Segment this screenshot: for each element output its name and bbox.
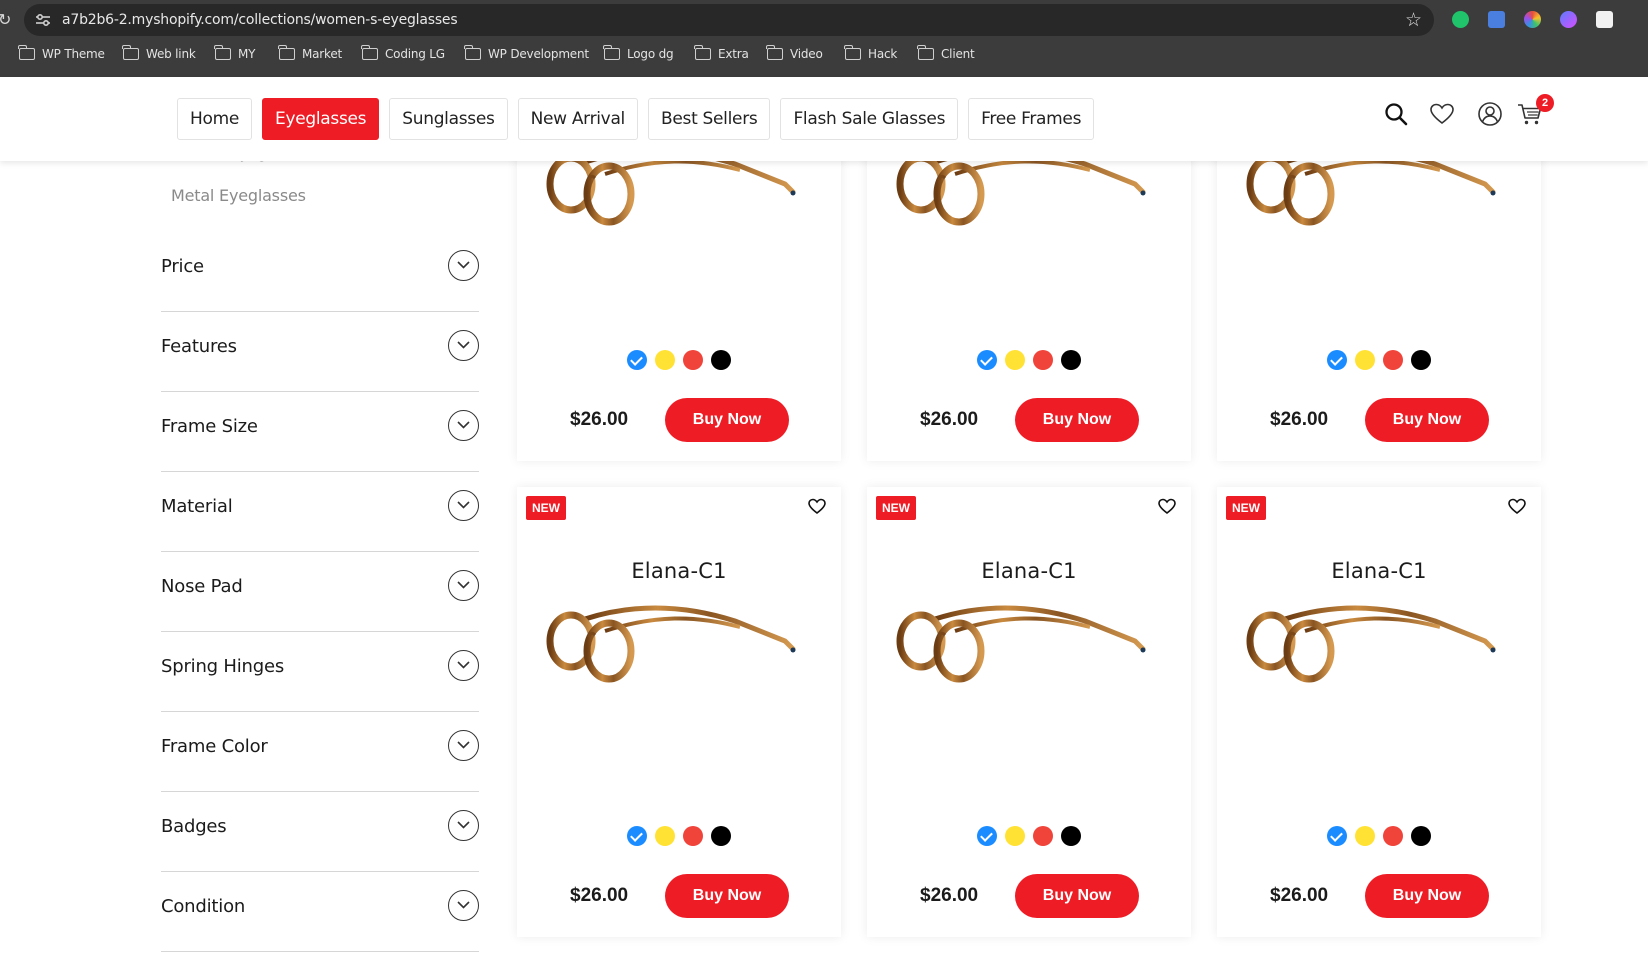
color-swatch[interactable] [1355, 350, 1375, 370]
filter-label: Condition [161, 896, 246, 917]
search-icon[interactable] [1382, 100, 1410, 128]
filter-label: Frame Color [161, 736, 268, 757]
product-card[interactable]: NEW Elana-C1 $26.00 Buy Now [517, 487, 841, 937]
buy-now-button[interactable]: Buy Now [665, 874, 789, 918]
nav-home[interactable]: Home [177, 98, 253, 140]
color-swatch[interactable] [683, 826, 703, 846]
filter-frame-color[interactable]: Frame Color [161, 712, 479, 792]
color-swatch[interactable] [1327, 826, 1347, 846]
chevron-down-icon[interactable] [448, 330, 479, 361]
buy-now-button[interactable]: Buy Now [1015, 398, 1139, 442]
color-swatch[interactable] [1033, 826, 1053, 846]
color-swatch[interactable] [1411, 826, 1431, 846]
product-price: $26.00 [920, 885, 979, 906]
nav-flash-sale-glasses[interactable]: Flash Sale Glasses [780, 98, 959, 140]
color-swatch[interactable] [1005, 826, 1025, 846]
filter-label: Spring Hinges [161, 656, 285, 677]
color-swatch[interactable] [655, 826, 675, 846]
chevron-down-icon[interactable] [448, 490, 479, 521]
color-swatch[interactable] [711, 350, 731, 370]
product-name[interactable]: Elana-C1 [867, 559, 1191, 583]
product-price: $26.00 [1270, 885, 1329, 906]
wishlist-heart-icon[interactable] [1507, 497, 1527, 515]
product-card[interactable]: NEW Elana-C1 $26.00 Buy Now [867, 487, 1191, 937]
nav-free-frames[interactable]: Free Frames [968, 98, 1095, 140]
site-header: Home Eyeglasses Sunglasses New Arrival B… [0, 77, 1648, 161]
color-swatch[interactable] [711, 826, 731, 846]
color-swatches [517, 826, 841, 846]
chevron-down-icon[interactable] [448, 410, 479, 441]
color-swatches [517, 350, 841, 370]
filter-frame-size[interactable]: Frame Size [161, 392, 479, 472]
color-swatches [867, 350, 1191, 370]
filter-label: Material [161, 496, 233, 517]
color-swatch[interactable] [1411, 350, 1431, 370]
color-swatch[interactable] [1383, 350, 1403, 370]
header-icons: 2 [1380, 94, 1560, 134]
chevron-down-icon[interactable] [448, 570, 479, 601]
color-swatch[interactable] [1061, 350, 1081, 370]
product-image[interactable] [545, 597, 809, 697]
product-price: $26.00 [920, 409, 979, 430]
product-image[interactable] [1245, 597, 1509, 697]
color-swatches [867, 826, 1191, 846]
chevron-down-icon[interactable] [448, 250, 479, 281]
product-image[interactable] [895, 597, 1159, 697]
buy-now-button[interactable]: Buy Now [1365, 874, 1489, 918]
filter-badges[interactable]: Badges [161, 792, 479, 872]
nav-best-sellers[interactable]: Best Sellers [647, 98, 771, 140]
buy-now-button[interactable]: Buy Now [665, 398, 789, 442]
product-name[interactable]: Elana-C1 [1217, 559, 1541, 583]
product-price: $26.00 [570, 885, 629, 906]
new-badge: NEW [876, 496, 916, 520]
new-badge: NEW [1226, 496, 1266, 520]
filter-spring-hinges[interactable]: Spring Hinges [161, 632, 479, 712]
filter-label: Frame Size [161, 416, 258, 437]
color-swatch[interactable] [977, 826, 997, 846]
filter-nose-pad[interactable]: Nose Pad [161, 552, 479, 632]
color-swatch[interactable] [627, 350, 647, 370]
color-swatch[interactable] [627, 826, 647, 846]
chevron-down-icon[interactable] [448, 890, 479, 921]
color-swatch[interactable] [1383, 826, 1403, 846]
filter-label: Features [161, 336, 237, 357]
wishlist-heart-icon[interactable] [1157, 497, 1177, 515]
color-swatch[interactable] [1327, 350, 1347, 370]
color-swatch[interactable] [655, 350, 675, 370]
filter-price[interactable]: Price [161, 232, 479, 312]
color-swatches [1217, 826, 1541, 846]
main-nav: Home Eyeglasses Sunglasses New Arrival B… [177, 98, 1095, 140]
product-card[interactable]: NEW Elana-C1 $26.00 Buy Now [1217, 487, 1541, 937]
color-swatch[interactable] [977, 350, 997, 370]
category-item-metal[interactable]: Metal Eyeglasses [171, 186, 306, 205]
color-swatch[interactable] [1061, 826, 1081, 846]
color-swatch[interactable] [1033, 350, 1053, 370]
product-price: $26.00 [570, 409, 629, 430]
nav-new-arrival[interactable]: New Arrival [517, 98, 638, 140]
product-price: $26.00 [1270, 409, 1329, 430]
chevron-down-icon[interactable] [448, 810, 479, 841]
color-swatch[interactable] [1005, 350, 1025, 370]
color-swatch[interactable] [1355, 826, 1375, 846]
buy-now-button[interactable]: Buy Now [1015, 874, 1139, 918]
chevron-down-icon[interactable] [448, 730, 479, 761]
filter-material[interactable]: Material [161, 472, 479, 552]
new-badge: NEW [526, 496, 566, 520]
product-name[interactable]: Elana-C1 [517, 559, 841, 583]
wishlist-heart-icon[interactable] [807, 497, 827, 515]
nav-sunglasses[interactable]: Sunglasses [389, 98, 508, 140]
filter-features[interactable]: Features [161, 312, 479, 392]
filter-condition[interactable]: Condition [161, 872, 479, 952]
chevron-down-icon[interactable] [448, 650, 479, 681]
filter-label: Nose Pad [161, 576, 243, 597]
filter-label: Price [161, 256, 204, 277]
filter-label: Badges [161, 816, 227, 837]
color-swatch[interactable] [683, 350, 703, 370]
cart-count-badge: 2 [1536, 94, 1554, 112]
nav-eyeglasses[interactable]: Eyeglasses [262, 98, 380, 140]
buy-now-button[interactable]: Buy Now [1365, 398, 1489, 442]
color-swatches [1217, 350, 1541, 370]
heart-icon[interactable] [1428, 100, 1456, 128]
user-icon[interactable] [1476, 100, 1504, 128]
